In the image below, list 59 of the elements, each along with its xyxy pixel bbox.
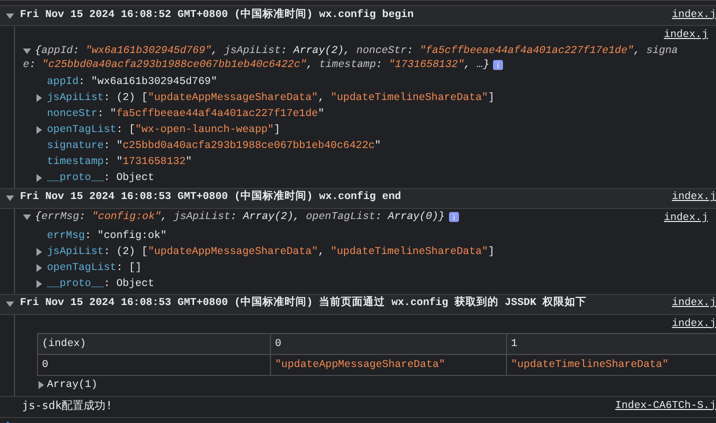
property-key: timestamp <box>47 154 104 170</box>
property-key: nonceStr <box>47 106 98 122</box>
group-header[interactable]: Fri Nov 15 2024 16:08:53 GMT+0800 (中国标准时间) 当前页面通过 wx.config 获取到的 JSSDK 权限如下 index.j <box>0 294 716 314</box>
group-title: Fri Nov 15 2024 16:08:52 GMT+0800 (中国标准时间) wx.config begin <box>20 8 415 23</box>
property-value: : [] <box>116 260 142 276</box>
caret-icon[interactable] <box>35 174 43 182</box>
property-key: openTagList <box>47 260 116 276</box>
source-link[interactable]: index.j <box>672 316 716 332</box>
group-title: Fri Nov 15 2024 16:08:53 GMT+0800 (中国标准时间) wx.config end <box>20 190 402 206</box>
array-label[interactable]: Array(1) <box>47 376 98 394</box>
table-cell: "updateAppMessageShareData" <box>270 354 506 375</box>
property-key: signature <box>47 138 104 154</box>
table-cell: 0 <box>38 354 270 375</box>
info-icon[interactable] <box>493 60 504 70</box>
property-key: jsApiList <box>47 244 104 260</box>
property-value: : (2) ["updateAppMessageShareData", "updateTimelineShareData"] <box>104 244 494 260</box>
caret-icon[interactable] <box>23 47 31 55</box>
caret-icon[interactable] <box>35 126 43 134</box>
property-value: : "config:ok" <box>84 228 167 244</box>
log-message: js-sdk配置成功! <box>22 398 114 414</box>
property-key: openTagList <box>47 122 116 138</box>
caret-icon[interactable] <box>37 380 45 388</box>
object-preview: {errMsg: "config:ok", jsApiList: Array(2), openTagList: Array(0)} <box>35 210 445 224</box>
source-link[interactable]: index.j <box>672 296 716 312</box>
property-value: : ["wx-open-launch-weapp"] <box>116 122 280 138</box>
source-link[interactable]: index.j <box>672 190 716 206</box>
property-value: : Object <box>104 170 154 186</box>
info-icon[interactable] <box>448 212 459 222</box>
property-key: __proto__ <box>47 170 104 186</box>
property-key: appId <box>47 74 79 90</box>
group-header[interactable]: Fri Nov 15 2024 16:08:52 GMT+0800 (中国标准时间) wx.config begin index.j <box>0 5 716 26</box>
property-value: : "wx6a161b302945d769" <box>78 74 218 90</box>
property-value: : Object <box>104 276 154 292</box>
source-link[interactable]: Index-CA6TCh-S.j <box>615 398 716 414</box>
group-title: Fri Nov 15 2024 16:08:53 GMT+0800 (中国标准时间) 当前页面通过 wx.config 获取到的 JSSDK 权限如下 <box>20 296 588 312</box>
caret-icon[interactable] <box>6 12 14 20</box>
caret-icon[interactable] <box>6 300 14 308</box>
property-value: : "fa5cffbeeae44af4a401ac227f17e1de" <box>97 106 324 122</box>
object-preview: e: "c25bbd0a40acfa293b1988ce067bb1eb40c6422c", timestamp: "1731658132", …} <box>23 58 490 72</box>
property-key: jsApiList <box>47 90 104 106</box>
property-key: __proto__ <box>47 276 104 292</box>
property-value: : "1731658132" <box>104 154 192 170</box>
caret-icon[interactable] <box>35 94 43 102</box>
group-header[interactable]: Fri Nov 15 2024 16:08:53 GMT+0800 (中国标准时间) wx.config end index.j <box>0 188 716 209</box>
caret-icon[interactable] <box>35 264 43 272</box>
property-value: : (2) ["updateAppMessageShareData", "updateTimelineShareData"] <box>104 90 494 106</box>
table-header[interactable]: 0 <box>270 333 506 354</box>
caret-icon[interactable] <box>35 280 43 288</box>
property-value: : "c25bbd0a40acfa293b1988ce067bb1eb40c6422c" <box>104 138 381 154</box>
source-link[interactable]: index.j <box>672 8 716 24</box>
property-key: errMsg <box>47 228 85 244</box>
caret-icon[interactable] <box>23 212 31 221</box>
source-link[interactable]: index.j <box>664 27 708 44</box>
source-link[interactable]: index.j <box>664 210 708 227</box>
caret-icon[interactable] <box>6 194 14 202</box>
object-preview: {appId: "wx6a161b302945d769", jsApiList: Array(2), nonceStr: "fa5cffbeeae44af4a401ac227f17e1de", signa <box>35 44 678 58</box>
table-header[interactable]: 1 <box>506 333 716 354</box>
table-header[interactable]: (index) <box>38 333 270 354</box>
caret-icon[interactable] <box>35 248 43 256</box>
